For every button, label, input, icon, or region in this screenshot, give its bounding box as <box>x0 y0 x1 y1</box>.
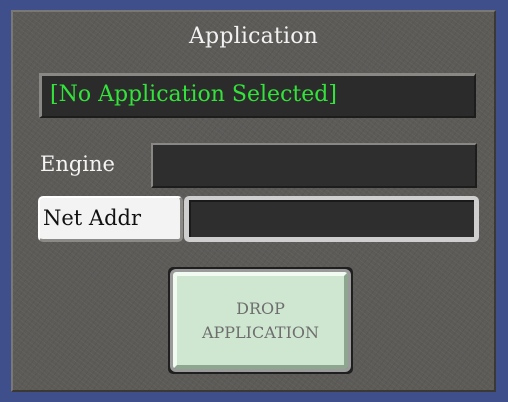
window-frame: Application [No Application Selected] En… <box>0 0 508 402</box>
net-addr-button[interactable]: Net Addr <box>38 196 183 242</box>
drop-application-button-label: DROP APPLICATION <box>202 297 319 345</box>
engine-field[interactable] <box>151 143 477 188</box>
net-addr-field-frame[interactable] <box>184 196 479 242</box>
application-panel: Application [No Application Selected] En… <box>11 10 496 392</box>
drop-application-button[interactable]: DROP APPLICATION <box>170 269 351 372</box>
engine-label: Engine <box>40 152 115 176</box>
net-addr-field[interactable] <box>189 200 474 237</box>
selected-application-display: [No Application Selected] <box>39 73 476 118</box>
panel-title: Application <box>188 24 319 49</box>
drop-application-button-frame: DROP APPLICATION <box>168 267 353 374</box>
drop-button-line-2: APPLICATION <box>201 322 320 342</box>
drop-button-line-1: DROP <box>236 298 285 318</box>
